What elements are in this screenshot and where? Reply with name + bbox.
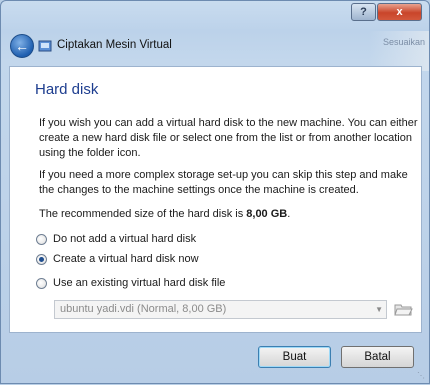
radio-existing-disk[interactable] [36,277,47,289]
option-existing-disk-label: Use an existing virtual hard disk file [53,277,226,289]
option-no-disk-label: Do not add a virtual hard disk [53,233,197,245]
cancel-button[interactable]: Batal [341,346,414,368]
existing-disk-select[interactable]: ubuntu yadi.vdi (Normal, 8,00 GB) ▼ [54,300,387,319]
option-no-disk[interactable]: Do not add a virtual hard disk [36,233,196,245]
radio-no-disk[interactable] [36,233,47,245]
background-window-text: Sesuaikan [382,37,425,47]
window-title: Ciptakan Mesin Virtual [57,39,172,51]
help-button[interactable]: ? [351,3,376,21]
option-existing-disk[interactable]: Use an existing virtual hard disk file [36,277,225,289]
advanced-text: If you need a more complex storage set-u… [39,169,408,196]
recommended-prefix: The recommended size of the hard disk is [39,208,247,220]
create-button[interactable]: Buat [258,346,331,368]
option-create-disk-label: Create a virtual hard disk now [53,253,199,265]
chevron-down-icon: ▼ [375,305,383,314]
resize-grip-icon[interactable]: ⋱ [417,371,425,380]
recommended-size: 8,00 GB [246,208,288,220]
close-button[interactable]: x [377,3,422,21]
back-button[interactable]: ← [10,34,34,58]
folder-icon[interactable] [393,299,413,319]
virtualbox-icon [38,40,52,52]
wizard-panel: Hard disk If you wish you can add a virt… [9,66,422,333]
back-arrow-icon: ← [15,38,29,54]
intro-text: If you wish you can add a virtual hard d… [39,117,418,159]
window-frame: Sesuaikan ? x ← Ciptakan Mesin Virtual H… [0,0,430,384]
option-create-disk[interactable]: Create a virtual hard disk now [36,253,199,265]
recommended-size-text: The recommended size of the hard disk is… [39,207,419,222]
recommended-suffix: . [287,208,291,220]
radio-create-disk[interactable] [36,253,47,265]
existing-disk-value: ubuntu yadi.vdi (Normal, 8,00 GB) [60,303,227,315]
page-heading: Hard disk [35,81,99,98]
